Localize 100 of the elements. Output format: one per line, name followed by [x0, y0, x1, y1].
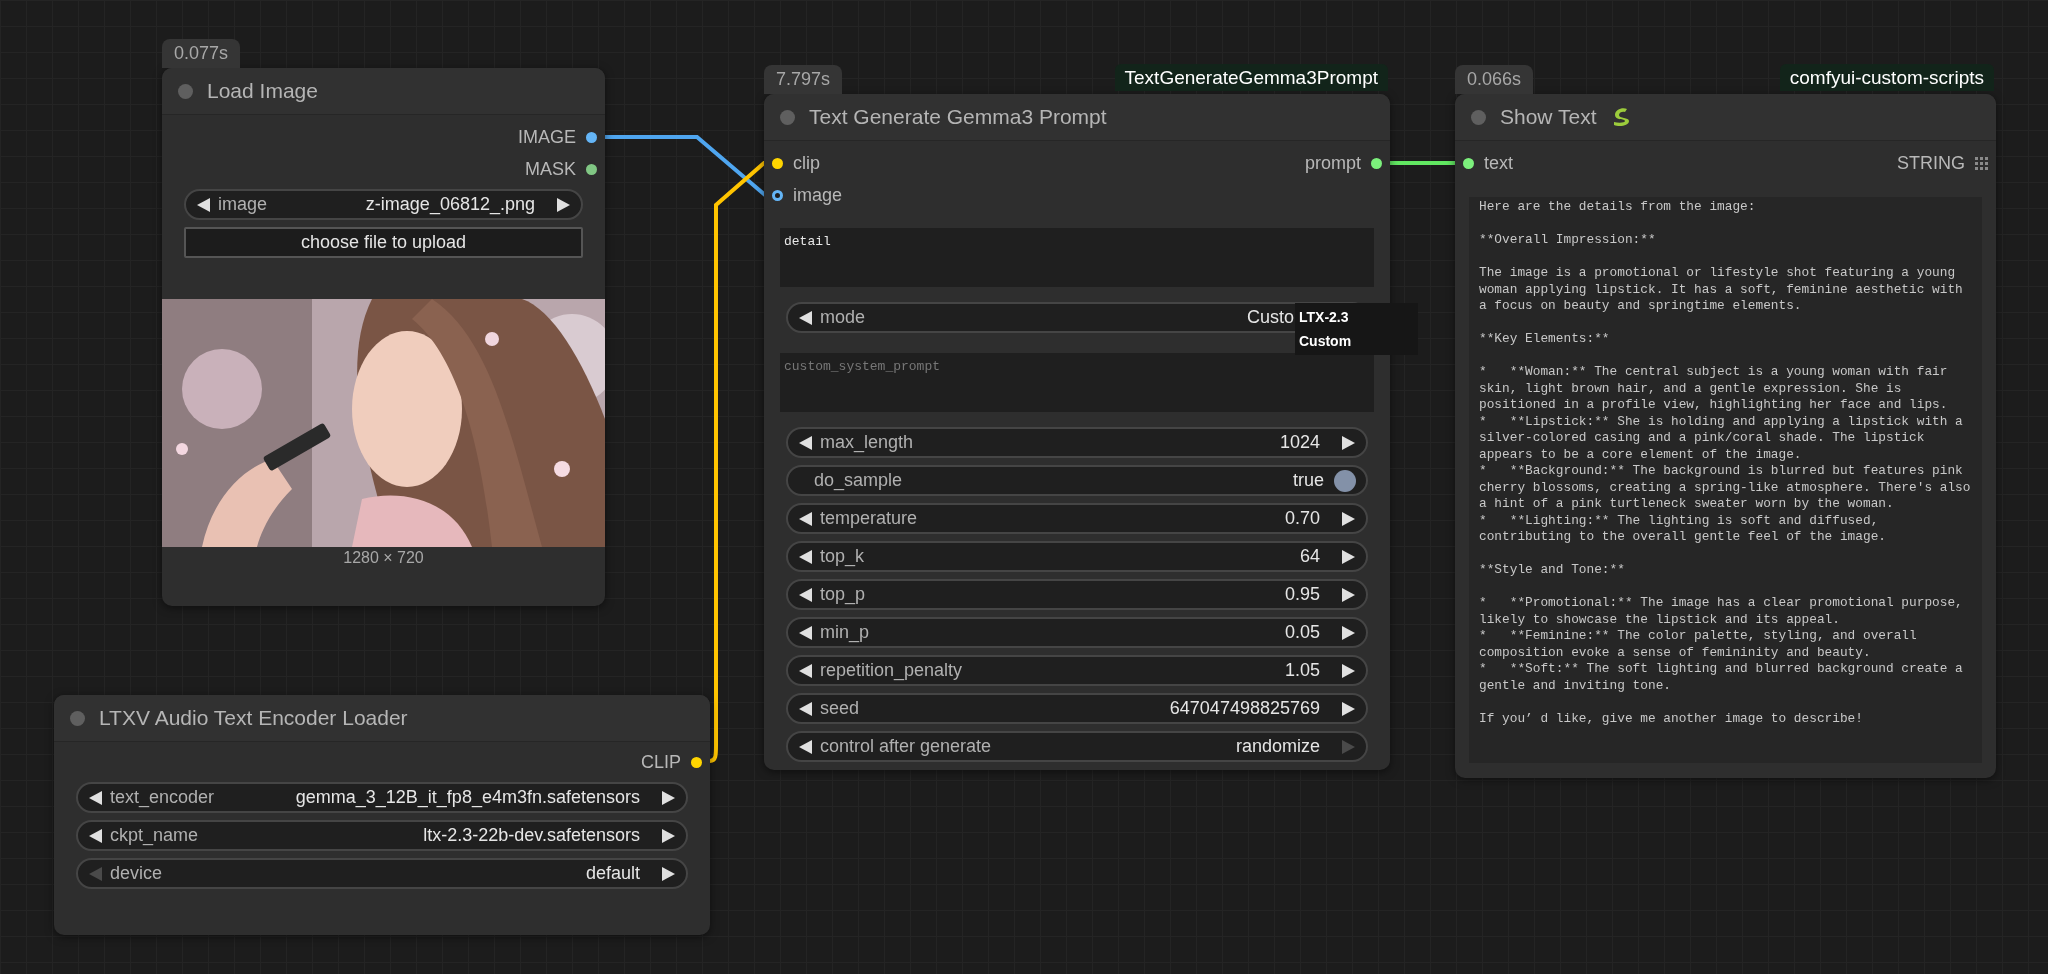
menu-item[interactable]: LTX-2.3 [1299, 305, 1414, 329]
connection-dot[interactable] [772, 189, 783, 201]
timing-badge: 7.797s [764, 65, 843, 94]
widget-label: top_k [820, 546, 865, 567]
collapse-dot[interactable] [178, 83, 193, 99]
connection-dot[interactable] [586, 131, 597, 143]
output-label: STRING [1897, 152, 1965, 174]
collapse-dot[interactable] [780, 109, 795, 125]
node-class-badge: TextGenerateGemma3Prompt [1114, 64, 1388, 91]
right-arrow-icon[interactable] [1340, 700, 1356, 717]
left-arrow-icon[interactable] [798, 309, 814, 326]
widget-value: z-image_06812_.png [365, 194, 536, 215]
widget-label: mode [820, 307, 866, 328]
input-label: clip [793, 152, 820, 174]
output-text: Here are the details from the image: **Overall Impression:** The image is a promotional or lifestyle shot featuring a young woman applying lipstick. It has a soft, feminine aesthetic with a focus on beauty and springtime elements. **Key Elements:** * **Woman:** The central subject is a young woman with fair skin, light brown hair, and a gentle expression. She is positioned in a profile view, highlighting her face and lips. * **Lipstick:** She is holding and applying a lipstick with a silver-colored casing and a pink/coral shade. The lipstick appears to be a core element of the image. * **Background:** The background is blurred but features pink cherry blossoms, creating a spring-like atmosphere. There's also a hint of a pink turtleneck sweater worn by the woman. * **Lighting:** The lighting is soft and diffused, contributing to the overall gentle feel of the image. **Style and Tone:** * **Promotional:** The image has a clear promotional purpose, likely to showcase the lipstick and its appeal. * **Feminine:** The color palette, styling, and overall composition evoke a sense of femininity and beauty. * **Soft:** The soft lighting and blurred background create a gentle and inviting tone. If you’ d like, give me another image to describe! [1469, 197, 1982, 763]
left-arrow-icon[interactable] [88, 789, 104, 806]
widget-value: Custo [1246, 307, 1294, 328]
output-label: MASK [525, 158, 576, 180]
widget-value: gemma_3_12B_it_fp8_e4m3fn.safetensors [295, 787, 641, 808]
connection-dot[interactable] [586, 163, 597, 175]
left-arrow-icon[interactable] [798, 624, 814, 641]
right-arrow-icon[interactable] [660, 865, 676, 882]
widget-value: true [1292, 470, 1325, 491]
right-arrow-icon[interactable] [1340, 586, 1356, 603]
widget-value: randomize [1235, 736, 1321, 757]
combo-widget[interactable]: image z-image_06812_.png [184, 189, 583, 220]
connection-dot[interactable] [1371, 157, 1382, 169]
number-widget[interactable]: top_k 64 [786, 541, 1368, 572]
combo-widget[interactable]: ckpt_name ltx-2.3-22b-dev.safetensors [76, 820, 688, 851]
node-class-badge: comfyui-custom-scripts [1779, 64, 1994, 91]
widget-label: top_p [820, 584, 866, 605]
node-header[interactable]: LTXV Audio Text Encoder Loader [54, 695, 710, 742]
input-label: text [1484, 152, 1513, 174]
number-widget[interactable]: repetition_penalty 1.05 [786, 655, 1368, 686]
toggle-widget[interactable]: do_sample true [786, 465, 1368, 496]
node-title: Load Image [207, 79, 318, 103]
number-widget[interactable]: temperature 0.70 [786, 503, 1368, 534]
right-arrow-icon[interactable] [1340, 434, 1356, 451]
collapse-dot[interactable] [70, 710, 85, 726]
widget-label: repetition_penalty [820, 660, 963, 681]
number-widget[interactable]: max_length 1024 [786, 427, 1368, 458]
right-arrow-icon[interactable] [1340, 624, 1356, 641]
left-arrow-icon[interactable] [798, 738, 814, 755]
left-arrow-icon[interactable] [798, 700, 814, 717]
combo-widget[interactable]: control after generate randomize [786, 731, 1368, 762]
left-arrow-icon[interactable] [798, 586, 814, 603]
timing-badge: 0.066s [1455, 65, 1534, 94]
widget-label: control after generate [820, 736, 992, 757]
connection-dot[interactable] [772, 157, 783, 169]
right-arrow-icon[interactable] [660, 827, 676, 844]
upload-button[interactable]: choose file to upload [184, 227, 583, 258]
number-widget[interactable]: min_p 0.05 [786, 617, 1368, 648]
node-header[interactable]: Load Image [162, 68, 605, 115]
toggle-knob[interactable] [1334, 469, 1356, 492]
text-field[interactable]: detail [780, 228, 1374, 287]
widget-label: ckpt_name [110, 825, 199, 846]
left-arrow-icon[interactable] [798, 662, 814, 679]
image-size-label: 1280 × 720 [342, 549, 425, 567]
widget-value: 1024 [1279, 432, 1321, 453]
node-header[interactable]: Text Generate Gemma3 Prompt [764, 94, 1390, 141]
widget-label: text_encoder [110, 787, 215, 808]
left-arrow-icon[interactable] [798, 548, 814, 565]
right-arrow-icon[interactable] [1340, 662, 1356, 679]
widget-label: min_p [820, 622, 870, 643]
grid-icon [1975, 156, 1988, 170]
connection-dot[interactable] [1463, 157, 1474, 169]
widget-label: seed [820, 698, 860, 719]
left-arrow-icon[interactable] [798, 510, 814, 527]
widget-value: 0.95 [1284, 584, 1321, 605]
combo-widget[interactable]: device default [76, 858, 688, 889]
combo-widget[interactable]: text_encoder gemma_3_12B_it_fp8_e4m3fn.safetensors [76, 782, 688, 813]
connection-dot[interactable] [691, 756, 702, 768]
widget-label: device [110, 863, 163, 884]
widget-value: 0.05 [1284, 622, 1321, 643]
left-arrow-icon[interactable] [196, 196, 212, 213]
number-widget[interactable]: top_p 0.95 [786, 579, 1368, 610]
widget-value: 1.05 [1284, 660, 1321, 681]
collapse-dot[interactable] [1471, 109, 1486, 125]
text-field[interactable]: custom_system_prompt [780, 353, 1374, 412]
node-title: Text Generate Gemma3 Prompt [809, 105, 1107, 129]
number-widget[interactable]: seed 647047498825769 [786, 693, 1368, 724]
widget-value: default [585, 863, 641, 884]
widget-label: image [218, 194, 268, 215]
widget-value: 0.70 [1284, 508, 1321, 529]
right-arrow-icon[interactable] [660, 789, 676, 806]
widget-value: 647047498825769 [1169, 698, 1321, 719]
menu-item[interactable]: Custom [1299, 329, 1414, 353]
widget-label: max_length [820, 432, 914, 453]
right-arrow-icon[interactable] [1340, 510, 1356, 527]
input-label: image [793, 184, 843, 206]
left-arrow-icon[interactable] [798, 434, 814, 451]
widget-value: ltx-2.3-22b-dev.safetensors [423, 825, 641, 846]
widget-label: temperature [820, 508, 918, 529]
left-arrow-icon[interactable] [88, 827, 104, 844]
node-title: Show Text [1500, 105, 1597, 129]
timing-badge: 0.077s [162, 39, 241, 68]
widget-value: 64 [1299, 546, 1321, 567]
right-arrow-icon[interactable] [555, 196, 571, 213]
node-header[interactable]: Show Text [1455, 94, 1996, 141]
right-arrow-icon[interactable] [1340, 548, 1356, 565]
